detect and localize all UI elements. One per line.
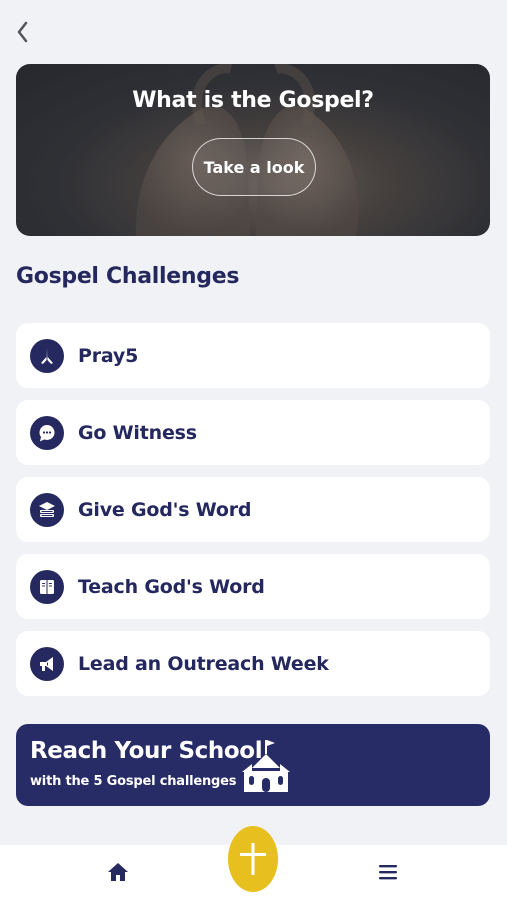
megaphone-icon (30, 646, 64, 681)
section-title: Gospel Challenges (16, 264, 240, 289)
chat-bubble-icon (30, 415, 64, 450)
challenge-label: Pray5 (78, 344, 139, 367)
take-a-look-button[interactable]: Take a look (192, 138, 316, 196)
home-tab[interactable] (104, 858, 132, 886)
hamburger-menu-icon (379, 865, 397, 880)
menu-tab[interactable] (374, 858, 402, 886)
hero-title: What is the Gospel? (132, 88, 374, 113)
chevron-left-icon (17, 21, 28, 43)
add-button[interactable] (228, 826, 278, 892)
banner-subtitle: with the 5 Gospel challenges (30, 774, 237, 789)
banner-title: Reach Your School (30, 738, 263, 764)
challenge-label: Teach God's Word (78, 575, 265, 598)
challenge-item-lead-outreach-week[interactable]: Lead an Outreach Week (16, 631, 490, 696)
gospel-hero-card[interactable]: What is the Gospel? Take a look (16, 64, 490, 236)
challenge-label: Lead an Outreach Week (78, 652, 329, 675)
praying-hands-icon (30, 338, 64, 373)
challenge-item-go-witness[interactable]: Go Witness (16, 400, 490, 465)
challenges-list: Pray5 Go Witness Give God's Word Teach G… (16, 323, 490, 708)
challenge-item-pray5[interactable]: Pray5 (16, 323, 490, 388)
home-icon (108, 863, 128, 881)
plus-icon (240, 843, 266, 875)
back-button[interactable] (10, 18, 34, 46)
challenge-item-give-gods-word[interactable]: Give God's Word (16, 477, 490, 542)
challenge-item-teach-gods-word[interactable]: Teach God's Word (16, 554, 490, 619)
open-book-icon (30, 569, 64, 604)
book-stack-icon (30, 492, 64, 527)
school-icon (242, 740, 290, 792)
reach-your-school-banner[interactable]: Reach Your School with the 5 Gospel chal… (16, 724, 490, 806)
challenge-label: Go Witness (78, 421, 197, 444)
challenge-label: Give God's Word (78, 498, 252, 521)
